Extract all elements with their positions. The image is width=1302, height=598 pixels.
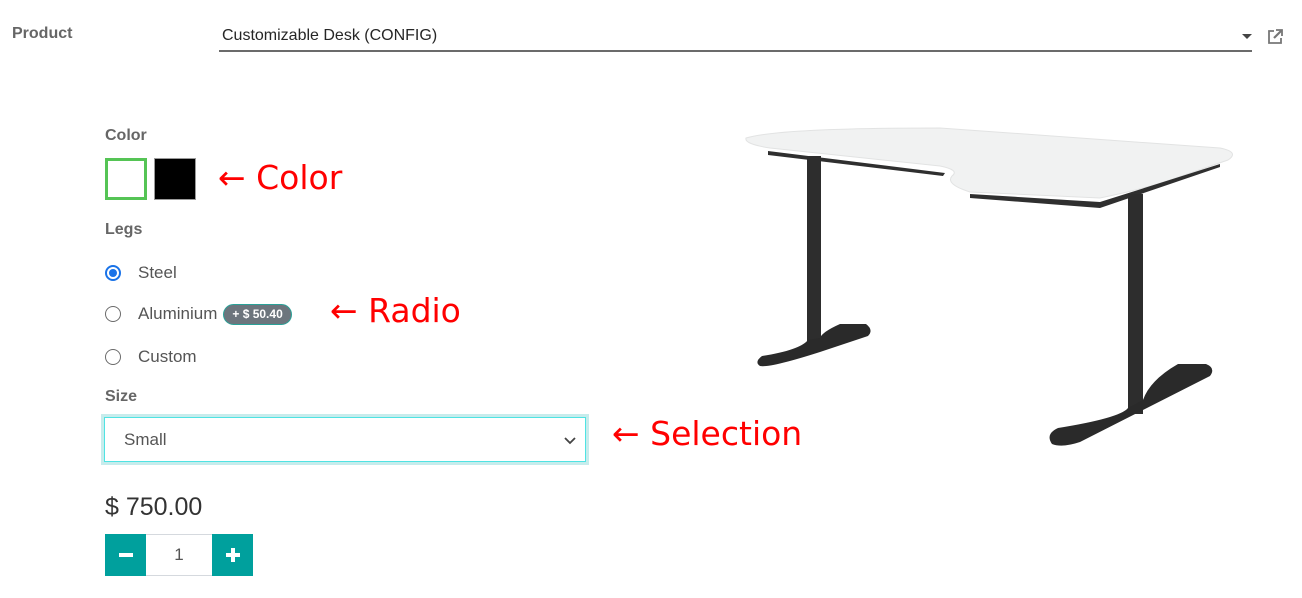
annotation-color: ← Color	[218, 158, 343, 197]
caret-down-icon[interactable]	[1242, 34, 1252, 39]
desk-leg-left	[807, 156, 821, 346]
product-value: Customizable Desk (CONFIG)	[222, 27, 438, 44]
radio-label-custom: Custom	[138, 347, 197, 366]
radio-custom[interactable]	[105, 349, 121, 365]
legs-option-custom[interactable]: Custom	[105, 345, 197, 369]
legs-label: Legs	[105, 221, 143, 238]
legs-option-steel[interactable]: Steel	[105, 261, 177, 285]
minus-icon	[118, 553, 133, 557]
quantity-stepper: 1	[105, 534, 253, 576]
external-link-icon[interactable]	[1266, 28, 1284, 46]
quantity-minus-button[interactable]	[105, 534, 146, 576]
radio-label-steel: Steel	[138, 263, 177, 282]
radio-label-aluminium: Aluminium	[138, 304, 218, 323]
product-label: Product	[12, 25, 73, 42]
desk-leg-right	[1128, 194, 1143, 414]
product-price: $ 750.00	[105, 493, 203, 521]
quantity-plus-button[interactable]	[212, 534, 253, 576]
size-label: Size	[105, 388, 138, 405]
legs-option-aluminium[interactable]: Aluminium + $ 50.40	[105, 302, 292, 326]
color-swatch-black[interactable]	[154, 158, 196, 200]
price-extra-badge: + $ 50.40	[223, 303, 292, 325]
plus-icon	[225, 548, 240, 562]
radio-aluminium[interactable]	[105, 306, 121, 322]
radio-steel[interactable]	[105, 265, 121, 281]
annotation-radio: ← Radio	[330, 291, 461, 330]
color-swatch-white[interactable]	[105, 158, 147, 200]
product-image	[745, 127, 1233, 446]
size-select[interactable]: Small	[104, 417, 586, 462]
chevron-down-icon	[564, 437, 576, 445]
product-select[interactable]: Customizable Desk (CONFIG)	[219, 22, 1252, 52]
size-value: Small	[124, 430, 167, 449]
quantity-input[interactable]: 1	[146, 534, 212, 576]
color-label: Color	[105, 127, 147, 144]
